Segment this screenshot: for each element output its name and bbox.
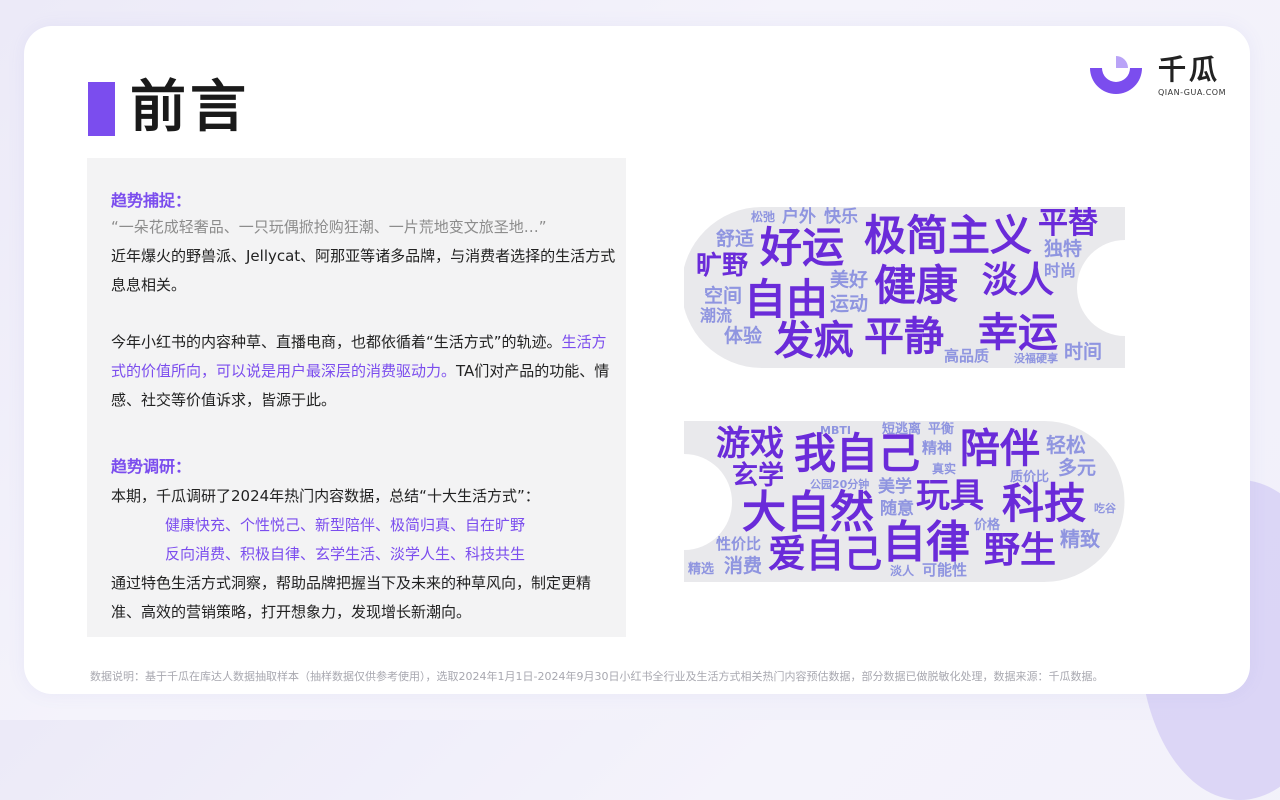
cloud1-word: 旷野 [696, 251, 749, 281]
lifestyle-list-line-1: 健康快充、个性悦己、新型陪伴、极简归真、自在旷野 [165, 516, 526, 534]
cloud2-word: 多元 [1058, 457, 1097, 479]
cloud1-word: 健康 [874, 261, 959, 310]
cloud1-word: 舒适 [716, 228, 755, 250]
cloud2-word: 野生 [984, 530, 1057, 571]
logo-text-cn: 千瓜 [1158, 53, 1221, 86]
cloud2-word: 随意 [880, 499, 914, 519]
cloud2-word: 爱自己 [768, 532, 883, 576]
intro-text-panel: 趋势捕捉： “一朵花成轻奢品、一只玩偶掀抢购狂潮、一片荒地变文旅圣地…” 近年爆… [87, 158, 626, 637]
paragraph-research: 本期，千瓜调研了2024年热门内容数据，总结“十大生活方式”： [111, 487, 540, 505]
cloud2-word: 科技 [1002, 479, 1087, 528]
cloud1-word: 自由 [744, 275, 829, 324]
cloud1-word: 没福硬享 [1014, 352, 1058, 365]
cloud1-word: 独特 [1044, 238, 1083, 260]
cloud1-word: 松弛 [751, 210, 776, 224]
section-heading-trend-capture: 趋势捕捉： [111, 191, 192, 210]
brand-logo: 千瓜 QIAN-GUA.COM [1086, 52, 1236, 102]
cloud2-word: 可能性 [922, 561, 968, 579]
data-footnote: 数据说明：基于千瓜在库达人数据抽取样本（抽样数据仅供参考使用），选取2024年1… [90, 670, 1104, 683]
word-cloud-2: MBTI 短逃离 平衡 游戏 我自己 精神 陪伴 轻松 玄学 真实 多元 质价比… [684, 421, 1125, 582]
cloud2-word: 吃谷 [1094, 502, 1116, 515]
paragraph-conclusion: 通过特色生活方式洞察，帮助品牌把握当下及未来的种草风向，制定更精准、高效的营销策… [111, 574, 592, 621]
cloud1-word: 好运 [760, 223, 845, 272]
cloud2-word: 玩具 [916, 476, 984, 516]
cloud2-word: 精选 [688, 562, 715, 577]
cloud2-word: 我自己 [794, 429, 921, 478]
cloud2-word: 轻松 [1046, 433, 1086, 457]
section-heading-trend-research: 趋势调研： [111, 457, 192, 476]
cloud2-word: 自律 [882, 517, 970, 568]
cloud2-word: 精致 [1060, 527, 1100, 551]
cloud2-word: 玄学 [732, 461, 785, 491]
cloud1-word: 时间 [1064, 341, 1103, 363]
cloud1-word: 平静 [864, 314, 944, 360]
cloud1-word: 时尚 [1044, 261, 1077, 280]
quote-text: “一朵花成轻奢品、一只玩偶掀抢购狂潮、一片荒地变文旅圣地…” [111, 218, 547, 236]
cloud1-word: 美好 [830, 269, 869, 291]
cloud1-word: 潮流 [700, 306, 733, 325]
cloud2-word: 美学 [878, 477, 912, 497]
cloud2-word: 大自然 [742, 487, 874, 538]
cloud1-word: 空间 [704, 285, 743, 307]
cloud2-word: 淡人 [890, 564, 915, 578]
logo-mark-icon [1090, 56, 1142, 94]
cloud1-word: 平替 [1038, 206, 1098, 241]
paragraph-brands: 近年爆火的野兽派、Jellycat、阿那亚等诸多品牌，与消费者选择的生活方式息息… [111, 247, 616, 294]
cloud2-word: 平衡 [928, 422, 955, 437]
paragraph-lifestyle: 今年小红书的内容种草、直播电商，也都依循着“生活方式”的轨迹。生活方式的价值所向… [111, 328, 616, 415]
paragraph-lifestyle-intro: 今年小红书的内容种草、直播电商，也都依循着“生活方式”的轨迹。 [111, 333, 562, 351]
page-title: 前言 [130, 75, 250, 140]
cloud2-word: 游戏 [716, 424, 784, 464]
cloud2-word: 陪伴 [960, 426, 1040, 472]
lifestyle-list-line-2: 反向消费、积极自律、玄学生活、淡学人生、科技共生 [165, 545, 526, 563]
cloud1-word: 运动 [830, 293, 869, 315]
cloud2-word: 真实 [932, 462, 957, 476]
title-accent-bar [88, 82, 115, 136]
cloud1-word: 极简主义 [864, 211, 1033, 260]
cloud1-word: 幸运 [978, 310, 1058, 356]
cloud2-word: 性价比 [716, 535, 762, 553]
cloud2-word: 精神 [922, 439, 953, 457]
cloud1-word: 发疯 [774, 318, 854, 364]
cloud2-word: 消费 [724, 555, 763, 577]
cloud1-word: 体验 [724, 325, 763, 347]
cloud1-word: 高品质 [944, 347, 990, 365]
word-cloud-1: 松弛 户外 快乐 极简主义 平替 舒适 好运 独特 旷野 健康 淡人 时尚 美好… [684, 207, 1125, 368]
logo-text-en: QIAN-GUA.COM [1158, 88, 1227, 97]
